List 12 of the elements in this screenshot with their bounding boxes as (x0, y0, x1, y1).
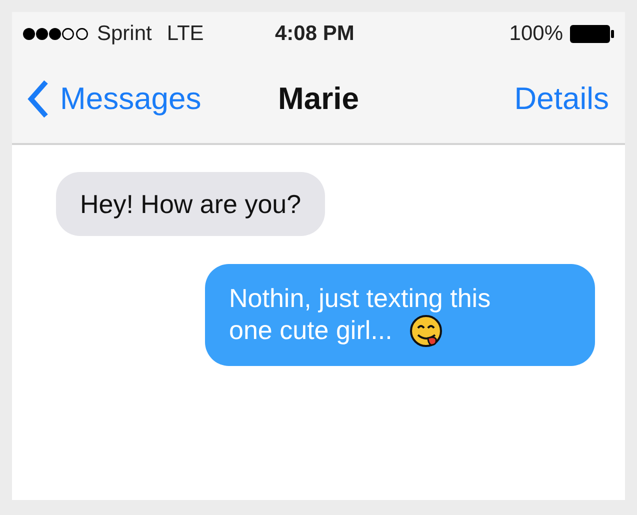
contact-name: Marie (278, 81, 359, 117)
details-button[interactable]: Details (514, 81, 609, 117)
back-button[interactable]: Messages (26, 79, 202, 119)
battery-icon (569, 24, 615, 44)
carrier-name: Sprint (97, 22, 152, 46)
chevron-left-icon (26, 79, 50, 119)
message-text: Nothin, just texting this one cute girl... (229, 282, 492, 346)
battery-percent: 100% (509, 22, 563, 46)
message-text: Hey! How are you? (80, 189, 302, 219)
status-time: 4:08 PM (275, 22, 354, 46)
network-type: LTE (166, 22, 204, 46)
signal-icon (22, 26, 90, 40)
